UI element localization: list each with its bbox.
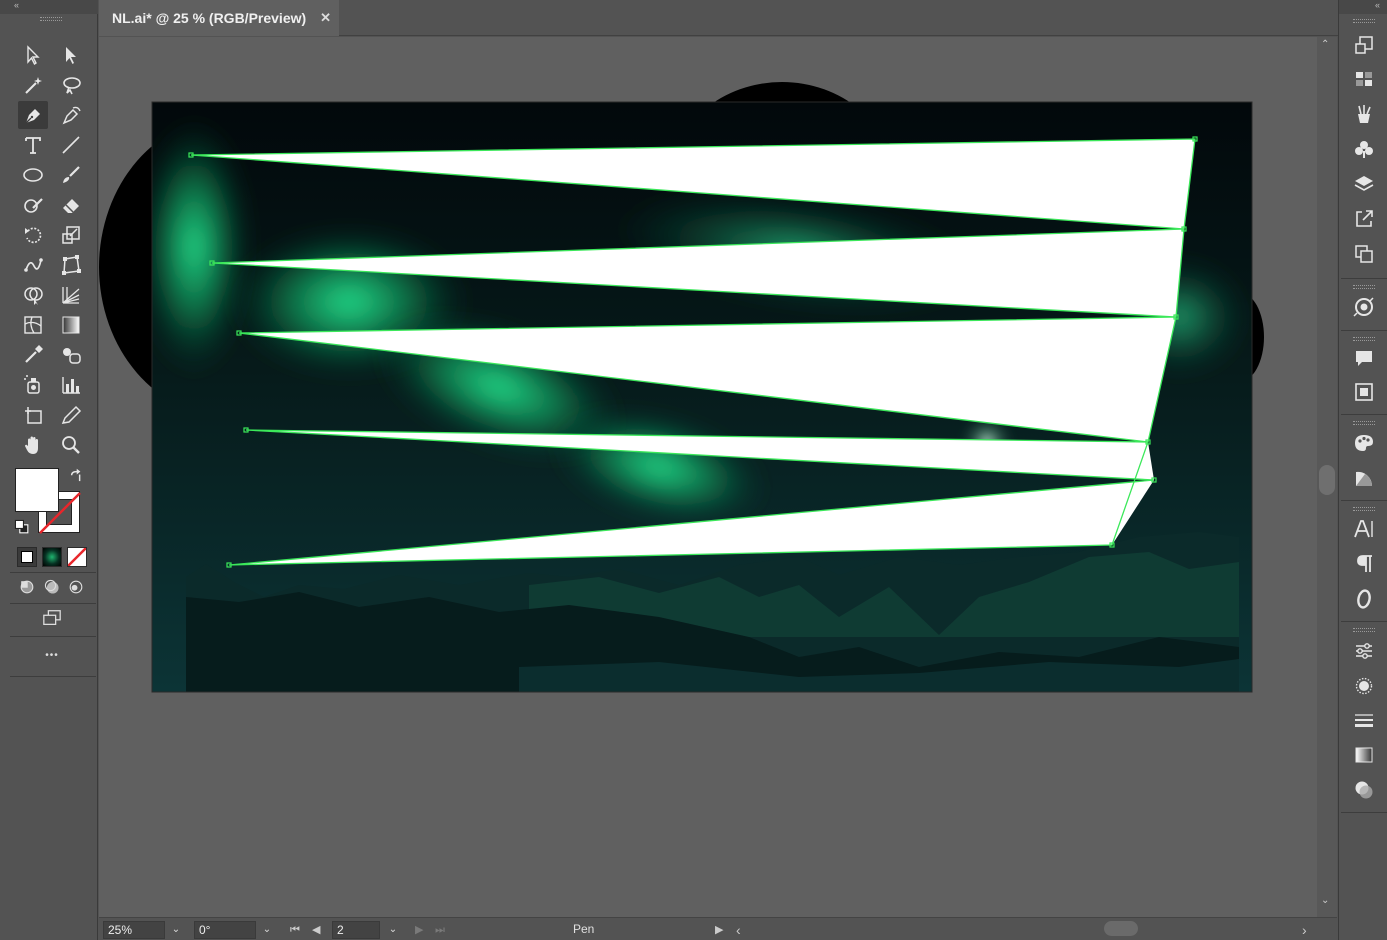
character-icon[interactable] xyxy=(1351,516,1377,542)
layers-icon[interactable] xyxy=(1351,171,1377,197)
properties-icon[interactable] xyxy=(1351,379,1377,405)
eyedropper-tool-icon[interactable] xyxy=(18,341,48,369)
zoom-level-field[interactable]: 25% xyxy=(103,921,165,939)
appearance-icon[interactable] xyxy=(1351,673,1377,699)
perspective-grid-tool-icon[interactable] xyxy=(56,281,86,309)
last-artboard-icon[interactable]: ⏭ xyxy=(435,921,445,939)
color-mode-button[interactable] xyxy=(17,547,37,567)
default-fill-stroke-icon[interactable] xyxy=(12,517,32,537)
libraries-icon[interactable] xyxy=(1351,101,1377,127)
scroll-left-icon[interactable]: ‹ xyxy=(736,921,741,939)
slice-tool-icon[interactable] xyxy=(56,401,86,429)
zoom-dropdown-chevron-down-icon[interactable]: ⌄ xyxy=(166,921,186,939)
rotate-tool-icon[interactable] xyxy=(18,221,48,249)
vertical-scroll-thumb[interactable] xyxy=(1319,465,1335,495)
transparency-icon[interactable] xyxy=(1351,777,1377,803)
canvas[interactable] xyxy=(99,37,1317,917)
color-guide-icon[interactable] xyxy=(1351,465,1377,491)
gradient-mode-button[interactable] xyxy=(42,547,62,567)
magic-wand-tool-icon[interactable] xyxy=(18,71,48,99)
opentype-icon[interactable] xyxy=(1351,586,1377,612)
artboard-dropdown-chevron-down-icon[interactable]: ⌄ xyxy=(383,921,403,939)
horizontal-scroll-thumb[interactable] xyxy=(1104,921,1138,936)
dock-grip[interactable] xyxy=(1353,285,1375,289)
gradient-icon[interactable] xyxy=(1351,742,1377,768)
zoom-tool-icon[interactable] xyxy=(56,431,86,459)
document-tab[interactable]: NL.ai* @ 25 % (RGB/Preview) ✕ xyxy=(99,0,339,36)
dock-grip[interactable] xyxy=(1353,507,1375,511)
artboard-tool-icon[interactable] xyxy=(18,401,48,429)
status-bar: 25% ⌄ 0° ⌄ ⏮ ◀ 2 ⌄ ▶ ⏭ Pen ▶ ‹ › xyxy=(99,917,1337,940)
tools-collapse-button[interactable]: « xyxy=(0,0,98,14)
draw-normal-icon[interactable] xyxy=(16,577,38,597)
artboard-number-field[interactable]: 2 xyxy=(332,921,380,939)
ellipse-tool-icon[interactable] xyxy=(18,161,48,189)
rotation-dropdown-chevron-down-icon[interactable]: ⌄ xyxy=(257,921,277,939)
panels-dock: « xyxy=(1338,0,1387,940)
dock-collapse-button[interactable]: « xyxy=(1339,0,1387,14)
vertical-scrollbar[interactable]: ⌃ ⌄ xyxy=(1317,37,1337,917)
tools-panel-grip[interactable] xyxy=(40,17,62,21)
document-tab-bar: NL.ai* @ 25 % (RGB/Preview) ✕ xyxy=(99,0,1338,36)
tools-panel: « ••• xyxy=(0,0,98,940)
next-artboard-icon[interactable]: ▶ xyxy=(415,921,423,939)
fill-swatch[interactable] xyxy=(15,468,59,512)
recolor-icon[interactable] xyxy=(1351,294,1377,320)
hand-tool-icon[interactable] xyxy=(18,431,48,459)
draw-behind-icon[interactable] xyxy=(41,577,63,597)
comments-icon[interactable] xyxy=(1351,345,1377,371)
dock-grip[interactable] xyxy=(1353,421,1375,425)
rotation-field[interactable]: 0° xyxy=(194,921,256,939)
lasso-tool-icon[interactable] xyxy=(56,71,86,99)
paragraph-icon[interactable] xyxy=(1351,551,1377,577)
free-transform-tool-icon[interactable] xyxy=(56,251,86,279)
previous-artboard-icon[interactable]: ◀ xyxy=(312,921,320,939)
curvature-tool-icon[interactable] xyxy=(56,101,86,129)
none-mode-button[interactable] xyxy=(67,547,87,567)
draw-inside-icon[interactable] xyxy=(65,577,87,597)
scroll-up-icon[interactable]: ⌃ xyxy=(1321,39,1329,50)
align-icon[interactable] xyxy=(1351,66,1377,92)
transform-icon[interactable] xyxy=(1351,32,1377,58)
puppet-warp-tool-icon[interactable] xyxy=(18,251,48,279)
direct-selection-tool-icon[interactable] xyxy=(56,41,86,69)
artboards-icon[interactable] xyxy=(1351,241,1377,267)
scroll-down-icon[interactable]: ⌄ xyxy=(1321,895,1329,906)
document-tab-title: NL.ai* @ 25 % (RGB/Preview) xyxy=(112,10,307,26)
screen-mode-icon[interactable] xyxy=(37,606,67,630)
dock-grip[interactable] xyxy=(1353,19,1375,23)
stroke-icon[interactable] xyxy=(1351,707,1377,733)
pen-tool-icon[interactable] xyxy=(18,101,48,129)
column-graph-tool-icon[interactable] xyxy=(56,371,86,399)
first-artboard-icon[interactable]: ⏮ xyxy=(290,921,300,939)
gradient-tool-icon[interactable] xyxy=(56,311,86,339)
stroke-options-icon[interactable] xyxy=(1351,638,1377,664)
dock-grip[interactable] xyxy=(1353,337,1375,341)
type-tool-icon[interactable] xyxy=(18,131,48,159)
mesh-tool-icon[interactable] xyxy=(18,311,48,339)
edit-toolbar-button[interactable]: ••• xyxy=(38,650,66,661)
symbols-icon[interactable] xyxy=(1351,136,1377,162)
scroll-right-icon[interactable]: › xyxy=(1302,921,1307,939)
blend-tool-icon[interactable] xyxy=(56,341,86,369)
swap-fill-stroke-icon[interactable] xyxy=(66,466,86,486)
status-menu-play-icon[interactable]: ▶ xyxy=(715,921,723,939)
line-segment-tool-icon[interactable] xyxy=(56,131,86,159)
current-tool-label: Pen xyxy=(573,922,595,936)
paintbrush-tool-icon[interactable] xyxy=(56,161,86,189)
export-icon[interactable] xyxy=(1351,206,1377,232)
artwork[interactable] xyxy=(99,37,1317,917)
symbol-sprayer-tool-icon[interactable] xyxy=(18,371,48,399)
close-tab-icon[interactable]: ✕ xyxy=(320,10,331,26)
color-icon[interactable] xyxy=(1351,430,1377,456)
eraser-tool-icon[interactable] xyxy=(56,191,86,219)
shaper-tool-icon[interactable] xyxy=(18,191,48,219)
dock-grip[interactable] xyxy=(1353,628,1375,632)
scale-tool-icon[interactable] xyxy=(56,221,86,249)
shape-builder-tool-icon[interactable] xyxy=(18,281,48,309)
selection-tool-icon[interactable] xyxy=(18,41,48,69)
